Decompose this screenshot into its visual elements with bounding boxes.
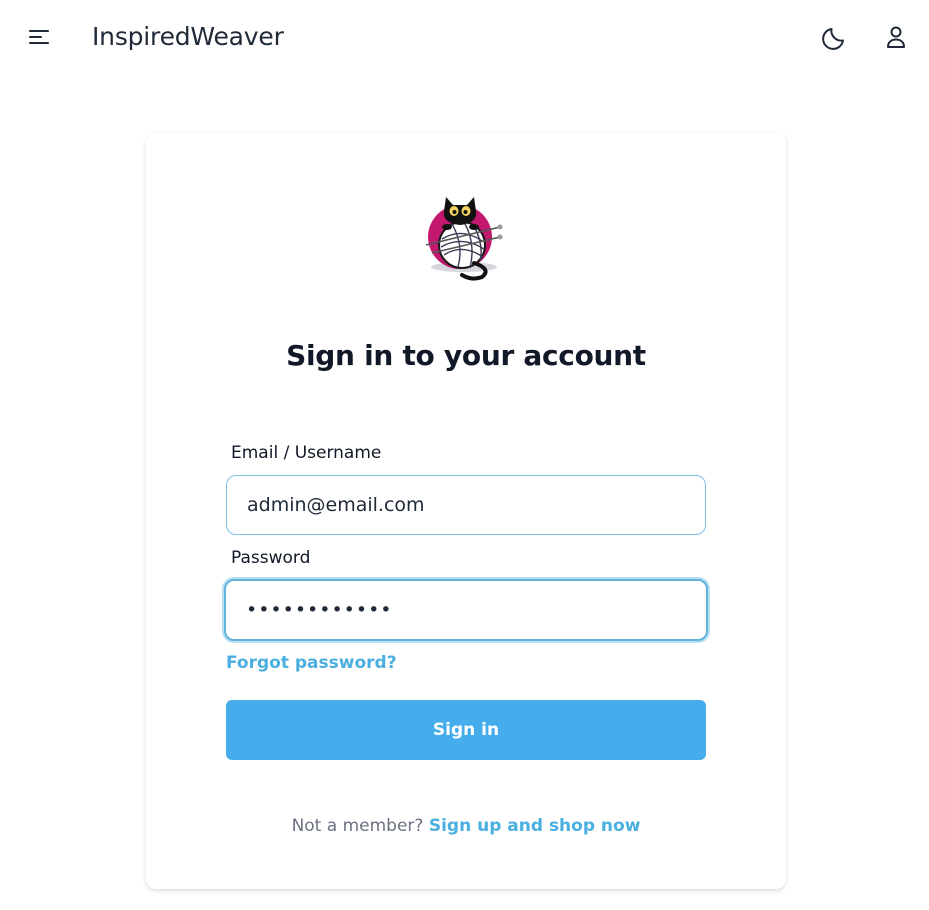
page-title: Sign in to your account xyxy=(286,339,646,372)
user-account-button[interactable] xyxy=(879,20,913,54)
password-field[interactable] xyxy=(224,579,708,641)
signup-link[interactable]: Sign up and shop now xyxy=(429,816,641,836)
forgot-password-link[interactable]: Forgot password? xyxy=(226,653,397,673)
login-card: Sign in to your account Email / Username… xyxy=(146,133,786,889)
menu-button[interactable] xyxy=(22,20,56,54)
email-label: Email / Username xyxy=(231,443,382,463)
signup-prompt: Not a member? Sign up and shop now xyxy=(146,816,786,836)
user-icon xyxy=(887,26,905,48)
not-member-text: Not a member? xyxy=(291,816,424,836)
password-label: Password xyxy=(231,548,311,568)
brand-name[interactable]: InspiredWeaver xyxy=(92,22,284,51)
top-bar: InspiredWeaver xyxy=(0,0,929,76)
theme-toggle-button[interactable] xyxy=(818,20,852,54)
moon-icon xyxy=(822,28,844,50)
cat-yarn-logo-icon xyxy=(425,197,503,281)
email-field[interactable] xyxy=(226,475,706,535)
menu-icon xyxy=(29,30,49,44)
sign-in-button[interactable]: Sign in xyxy=(226,700,706,760)
